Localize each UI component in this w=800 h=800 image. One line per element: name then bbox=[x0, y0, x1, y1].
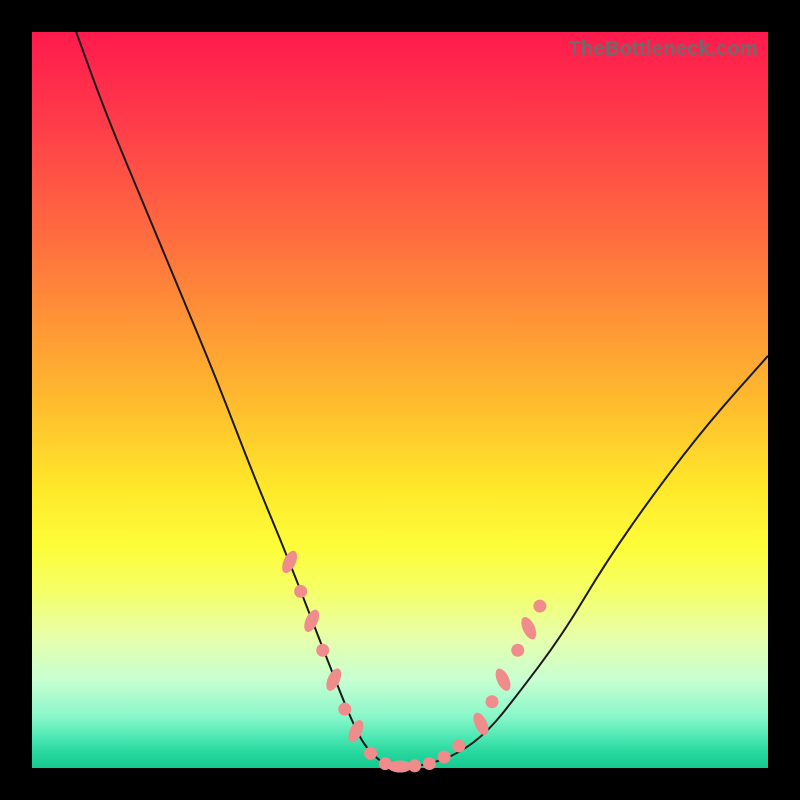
curve-left-branch bbox=[76, 32, 400, 768]
plot-area: TheBottleneck.com bbox=[32, 32, 768, 768]
bead-marker bbox=[438, 750, 451, 763]
bead-marker bbox=[511, 644, 524, 657]
bead-marker bbox=[408, 759, 421, 772]
bead-marker bbox=[470, 710, 491, 737]
bead-marker bbox=[493, 666, 514, 693]
bead-marker bbox=[486, 695, 499, 708]
bead-marker bbox=[316, 644, 329, 657]
bead-marker bbox=[423, 757, 436, 770]
curve-svg bbox=[32, 32, 768, 768]
bead-marker bbox=[323, 666, 344, 693]
bead-marker bbox=[279, 549, 300, 576]
bead-marker bbox=[301, 607, 322, 634]
scatter-beads bbox=[279, 549, 546, 773]
bead-marker bbox=[294, 585, 307, 598]
bead-marker bbox=[364, 747, 377, 760]
bead-marker bbox=[338, 703, 351, 716]
curve-right-branch bbox=[400, 356, 768, 768]
bead-marker bbox=[518, 615, 539, 642]
bead-marker bbox=[533, 600, 546, 613]
chart-frame: TheBottleneck.com bbox=[0, 0, 800, 800]
bead-marker bbox=[452, 739, 465, 752]
